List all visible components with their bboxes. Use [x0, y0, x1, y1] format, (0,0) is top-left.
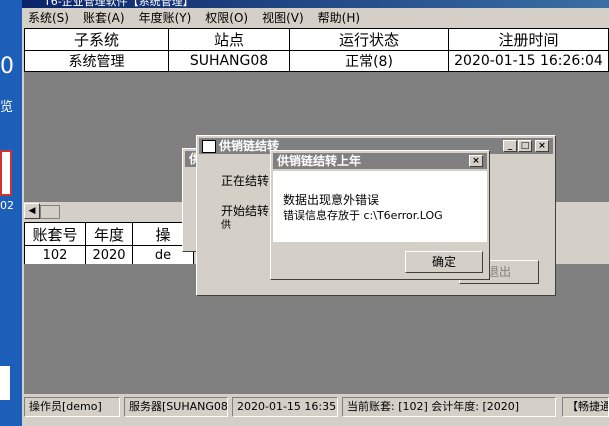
cell-status: 正常(8): [289, 50, 449, 72]
cell-subsystem: 系统管理: [24, 50, 169, 72]
status-datetime: 2020-01-15 16:35: [232, 397, 338, 417]
menu-view[interactable]: 视图(V): [262, 8, 304, 28]
table-row[interactable]: 系统管理 SUHANG08 正常(8) 2020-01-15 16:26:04: [24, 50, 609, 72]
minimize-icon[interactable]: _: [503, 140, 517, 152]
col-site: 站点: [168, 28, 290, 51]
menu-help[interactable]: 帮助(H): [318, 8, 360, 28]
col-register-time: 注册时间: [448, 28, 609, 51]
scroll-left-icon[interactable]: ◀: [24, 203, 40, 219]
close-icon[interactable]: ×: [469, 155, 483, 167]
status-brand: 【畅捷通: [562, 397, 609, 417]
error-message-line2: 错误信息存放于 c:\T6error.LOG: [283, 209, 443, 222]
cell-account-no: 102: [24, 245, 86, 266]
subsystem-table: 子系统 站点 运行状态 注册时间 系统管理 SUHANG08 正常(8) 202…: [24, 28, 609, 72]
dialog-message-title: 供销链结转上年: [273, 153, 487, 169]
cell-year: 2020: [85, 245, 133, 266]
col-year: 年度: [85, 222, 133, 246]
window-titlebar: T6-企业管理软件【系统管理】: [22, 0, 609, 8]
desktop-label-browse: 览: [0, 100, 14, 115]
scroll-thumb[interactable]: [40, 205, 60, 219]
error-message-line1: 数据出现意外错误: [283, 193, 380, 207]
transfer-start-text-wrap: 供: [221, 220, 231, 231]
message-body: 数据出现意外错误 错误信息存放于 c:\T6error.LOG: [273, 171, 487, 242]
status-current-account: 当前账套: [102] 会计年度: [2020]: [342, 397, 556, 417]
menu-account[interactable]: 账套(A): [83, 8, 125, 28]
maximize-icon[interactable]: □: [518, 140, 532, 152]
desktop-icon-file[interactable]: [0, 366, 10, 400]
col-subsystem: 子系统: [24, 28, 169, 51]
desktop-icon-zero[interactable]: 0: [0, 52, 16, 82]
table-row[interactable]: 102 2020 de: [24, 245, 194, 266]
status-bar: 操作员[demo] 服务器[SUHANG08] 2020-01-15 16:35…: [22, 396, 609, 418]
menu-year-account[interactable]: 年度账(Y): [139, 8, 192, 28]
menu-permission[interactable]: 权限(O): [205, 8, 248, 28]
col-account-no: 账套号: [24, 222, 86, 246]
ok-button[interactable]: 确定: [405, 251, 483, 273]
desktop-icon-shortcut[interactable]: [0, 150, 12, 196]
cell-site: SUHANG08: [168, 50, 290, 72]
transfer-status-text: 正在结转: [221, 174, 270, 188]
status-operator: 操作员[demo]: [24, 397, 120, 417]
dialog-message: 供销链结转上年 × 数据出现意外错误 错误信息存放于 c:\T6error.LO…: [270, 150, 490, 280]
dialog-transfer-app-icon: [202, 140, 216, 153]
cell-register-time: 2020-01-15 16:26:04: [448, 50, 609, 72]
status-server: 服务器[SUHANG08]: [124, 397, 228, 417]
desktop-label-02: 02: [0, 199, 14, 212]
menubar: 系统(S) 账套(A) 年度账(Y) 权限(O) 视图(V) 帮助(H): [22, 8, 609, 28]
menu-system[interactable]: 系统(S): [28, 8, 69, 28]
close-icon[interactable]: ×: [535, 140, 549, 152]
account-table: 账套号 年度 操 102 2020 de: [24, 222, 194, 266]
col-status: 运行状态: [289, 28, 449, 51]
